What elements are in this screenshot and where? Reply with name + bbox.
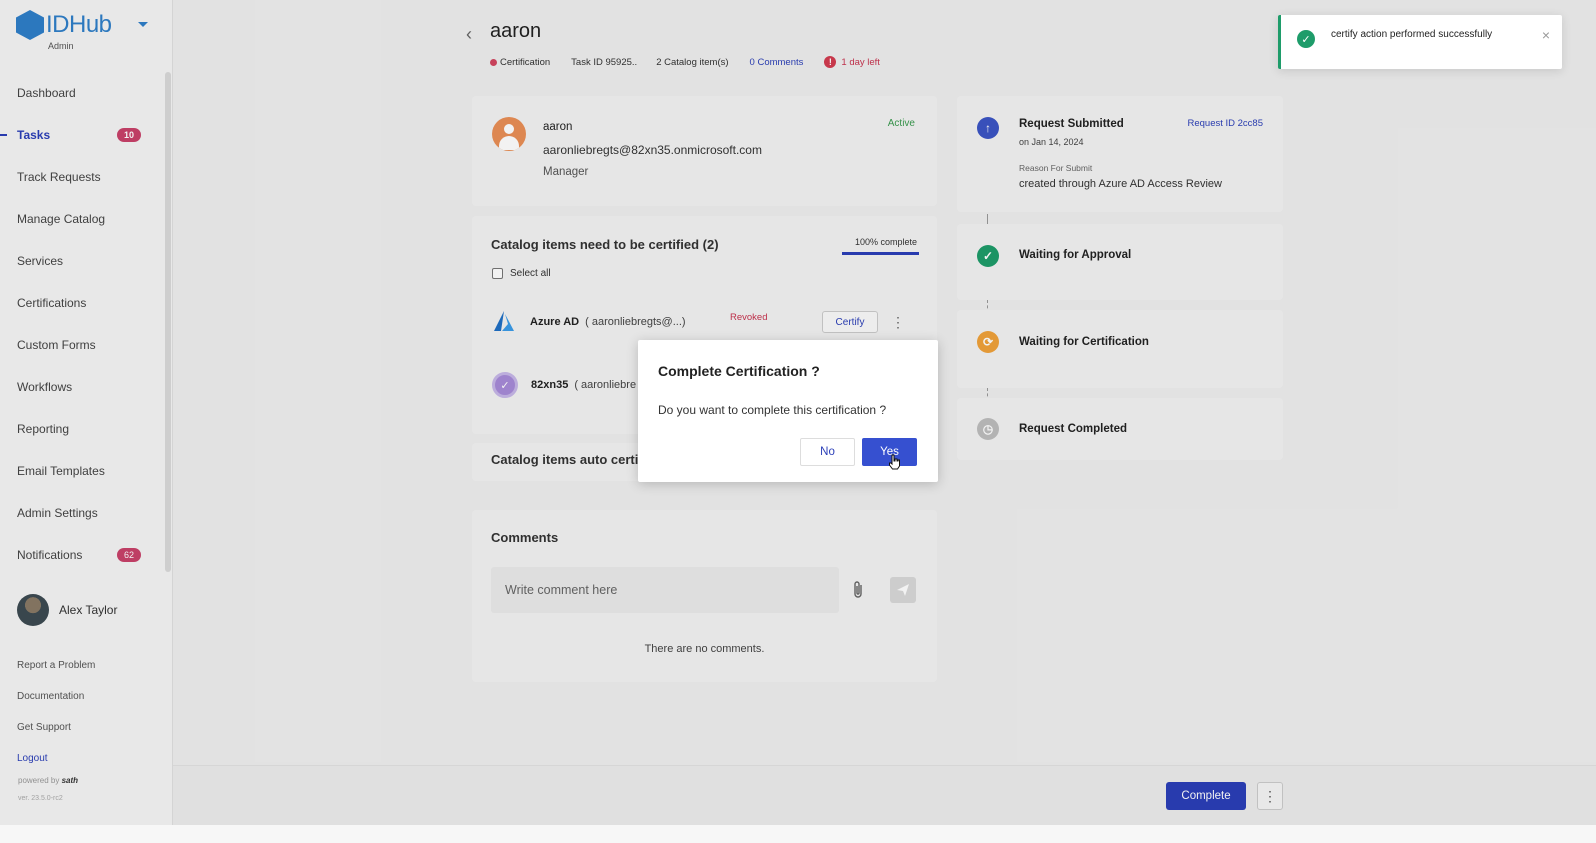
success-toast: ✓ certify action performed successfully … [1278,15,1562,69]
dialog-body: Do you want to complete this certificati… [658,403,887,417]
check-circle-icon: ✓ [1297,30,1315,48]
toast-message: certify action performed successfully [1331,29,1493,40]
dialog-title: Complete Certification ? [658,363,820,379]
hand-cursor-icon [889,454,900,470]
window-bottom-edge [0,825,1596,843]
close-icon[interactable]: × [1542,27,1550,43]
no-button[interactable]: No [800,438,855,466]
